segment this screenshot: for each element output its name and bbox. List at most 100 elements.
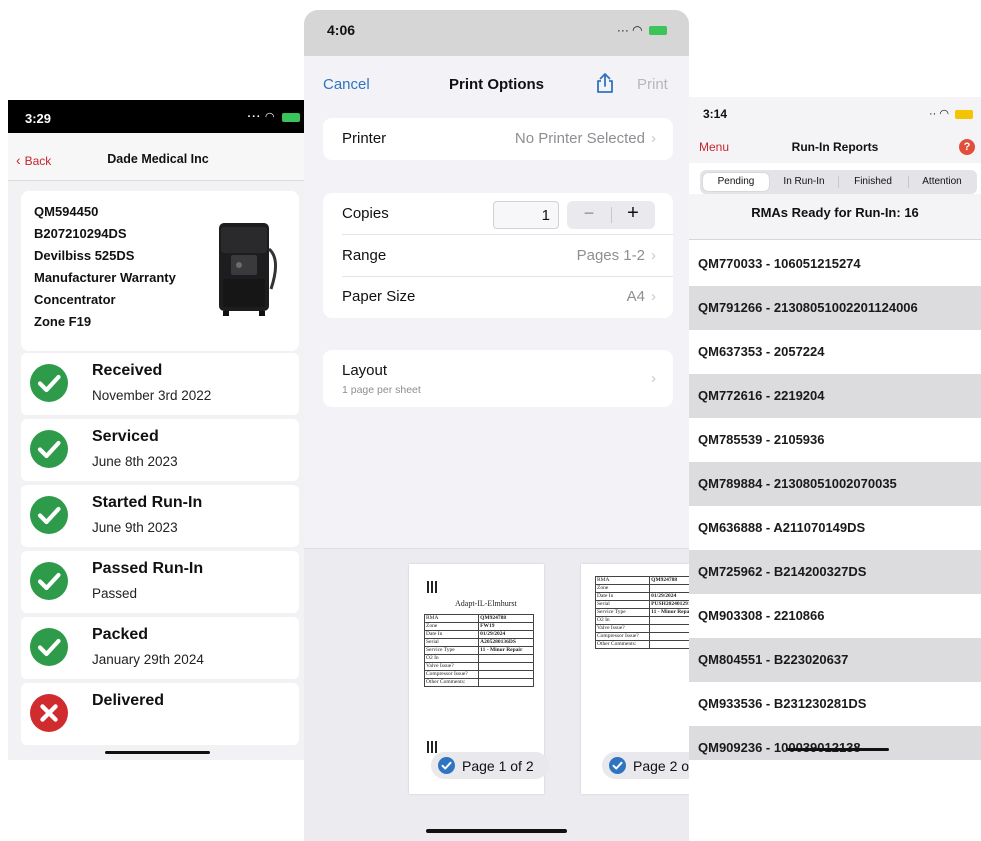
reports-nav-bar: Menu Run-In Reports ? bbox=[689, 127, 981, 163]
battery-icon bbox=[282, 112, 300, 122]
status-time: 3:29 bbox=[25, 111, 52, 126]
status-date: June 8th 2023 bbox=[92, 454, 178, 469]
check-circle-icon bbox=[30, 496, 68, 534]
paper-size-value: A4 › bbox=[626, 288, 656, 305]
page-1-label: Page 1 of 2 bbox=[462, 758, 534, 774]
left-phone-screen: 3:29 ··· ◠ ‹ Back Dade Medical Inc QM594… bbox=[8, 100, 308, 760]
device-info-card: QM594450 B207210294DS Devilbiss 525DS Ma… bbox=[21, 191, 299, 351]
service-form-table: RMA QM924788 Zone Date In 01/29/2024 Seria… bbox=[594, 576, 689, 649]
concentrator-image bbox=[219, 223, 277, 316]
tab-attention[interactable]: Attention bbox=[909, 173, 975, 191]
status-bar: 3:14 ·· ◠ bbox=[689, 97, 981, 127]
home-indicator bbox=[105, 751, 210, 754]
status-row-delivered: Delivered bbox=[21, 683, 299, 745]
help-icon[interactable]: ? bbox=[959, 139, 975, 155]
list-item[interactable]: QM791266 - 21308051002201124006 bbox=[689, 286, 981, 330]
list-item[interactable]: QM909236 - 100039012138 bbox=[689, 726, 981, 760]
share-icon[interactable] bbox=[594, 72, 616, 94]
status-date: January 29th 2024 bbox=[92, 652, 204, 667]
tab-pending[interactable]: Pending bbox=[703, 173, 769, 191]
status-row-passed-run-in: Passed Run-In Passed bbox=[21, 551, 299, 613]
info-serial: B207210294DS bbox=[34, 226, 127, 241]
info-rma: QM594450 bbox=[34, 204, 99, 219]
print-nav-bar: Cancel Print Options Print bbox=[304, 72, 689, 102]
home-indicator bbox=[426, 829, 567, 833]
checkmark-icon bbox=[609, 757, 626, 774]
decrement-button[interactable]: − bbox=[567, 203, 611, 224]
check-circle-icon bbox=[30, 562, 68, 600]
status-date: Passed bbox=[92, 586, 138, 601]
layout-row[interactable]: Layout 1 page per sheet › bbox=[323, 350, 673, 407]
printer-label: Printer bbox=[342, 130, 387, 147]
status-row-received: Received November 3rd 2022 bbox=[21, 353, 299, 415]
status-label: Serviced bbox=[92, 428, 159, 445]
status-label: Passed Run-In bbox=[92, 560, 204, 577]
status-time: 3:14 bbox=[703, 107, 728, 121]
tab-finished[interactable]: Finished bbox=[839, 173, 907, 191]
list-item[interactable]: QM789884 - 21308051002070035 bbox=[689, 462, 981, 506]
layout-group: Layout 1 page per sheet › bbox=[323, 350, 673, 407]
checkmark-icon bbox=[438, 757, 455, 774]
status-label: Delivered bbox=[92, 692, 165, 709]
copies-stepper: − + bbox=[567, 201, 655, 229]
qr-code-icon bbox=[427, 581, 439, 593]
printer-value: No Printer Selected › bbox=[514, 130, 656, 147]
page-title: Print Options bbox=[449, 76, 544, 93]
range-row[interactable]: Range Pages 1-2 › bbox=[323, 235, 673, 277]
print-preview-area: Adapt-IL-Elmhurst RMA QM924788 Zone FW19 D… bbox=[304, 548, 689, 841]
print-button[interactable]: Print bbox=[637, 76, 668, 93]
status-time: 4:06 bbox=[327, 22, 356, 38]
check-circle-icon bbox=[30, 364, 68, 402]
service-form-table: RMA QM924788 Zone FW19 Date In 01/29/2024 S… bbox=[423, 614, 534, 687]
status-bar: 3:29 ··· ◠ bbox=[8, 100, 308, 133]
info-type: Concentrator bbox=[34, 292, 116, 307]
printer-group: Printer No Printer Selected › bbox=[323, 118, 673, 160]
ready-count: RMAs Ready for Run-In: 16 bbox=[751, 205, 919, 220]
status-row-packed: Packed January 29th 2024 bbox=[21, 617, 299, 679]
status-label: Packed bbox=[92, 626, 149, 643]
list-item[interactable]: QM933536 - B231230281DS bbox=[689, 682, 981, 726]
list-item[interactable]: QM725962 - B214200327DS bbox=[689, 550, 981, 594]
page-2-pill[interactable]: Page 2 o bbox=[602, 752, 689, 779]
preview-page-1[interactable]: Adapt-IL-Elmhurst RMA QM924788 Zone FW19 D… bbox=[409, 564, 549, 794]
battery-icon bbox=[649, 26, 667, 36]
copies-row: Copies 1 − + bbox=[323, 193, 673, 235]
copies-label: Copies bbox=[342, 205, 389, 222]
list-item[interactable]: QM772616 - 2219204 bbox=[689, 374, 981, 418]
list-item[interactable]: QM903308 - 2210866 bbox=[689, 594, 981, 638]
list-item[interactable]: QM636888 - A211070149DS bbox=[689, 506, 981, 550]
status-segmented-control: Pending In Run-In Finished Attention bbox=[700, 170, 977, 194]
options-group: Copies 1 − + Range Pages 1-2 › Paper Size… bbox=[323, 193, 673, 318]
page-title: Run-In Reports bbox=[791, 140, 879, 154]
status-bar: 4:06 ··· ◠ bbox=[304, 10, 689, 56]
list-item[interactable]: QM804551 - B223020637 bbox=[689, 638, 981, 682]
chevron-right-icon: › bbox=[651, 247, 656, 264]
range-value: Pages 1-2 › bbox=[576, 247, 656, 264]
list-item[interactable]: QM785539 - 2105936 bbox=[689, 418, 981, 462]
info-model: Devilbiss 525DS bbox=[34, 248, 135, 263]
layout-label: Layout bbox=[342, 362, 388, 379]
battery-icon bbox=[955, 109, 973, 119]
qr-code-icon bbox=[427, 741, 439, 753]
list-item[interactable]: QM770033 - 106051215274 bbox=[689, 242, 981, 286]
preview-page-2[interactable]: RMA QM924788 Zone Date In 01/29/2024 Seria… bbox=[581, 564, 689, 794]
paper-size-row[interactable]: Paper Size A4 › bbox=[323, 276, 673, 318]
paper-size-label: Paper Size bbox=[342, 288, 416, 305]
status-icons: ··· ◠ bbox=[247, 110, 300, 123]
list-item[interactable]: QM637353 - 2057224 bbox=[689, 330, 981, 374]
copies-input[interactable]: 1 bbox=[493, 201, 559, 229]
page-1-pill[interactable]: Page 1 of 2 bbox=[431, 752, 549, 779]
status-date: June 9th 2023 bbox=[92, 520, 178, 535]
increment-button[interactable]: + bbox=[611, 202, 655, 225]
tab-in-run-in[interactable]: In Run-In bbox=[770, 173, 838, 191]
layout-sub: 1 page per sheet bbox=[342, 384, 421, 396]
chevron-right-icon: › bbox=[651, 288, 656, 305]
status-label: Started Run-In bbox=[92, 494, 203, 511]
page-2-label: Page 2 o bbox=[633, 758, 689, 774]
print-options-screen: 4:06 ··· ◠ Cancel Print Options Print Pr… bbox=[304, 10, 689, 841]
status-row-serviced: Serviced June 8th 2023 bbox=[21, 419, 299, 481]
doc-title: Adapt-IL-Elmhurst bbox=[455, 599, 517, 608]
status-label: Received bbox=[92, 362, 163, 379]
run-in-reports-screen: 3:14 ·· ◠ Menu Run-In Reports ? Pending … bbox=[689, 97, 981, 760]
printer-row[interactable]: Printer No Printer Selected › bbox=[323, 118, 673, 160]
